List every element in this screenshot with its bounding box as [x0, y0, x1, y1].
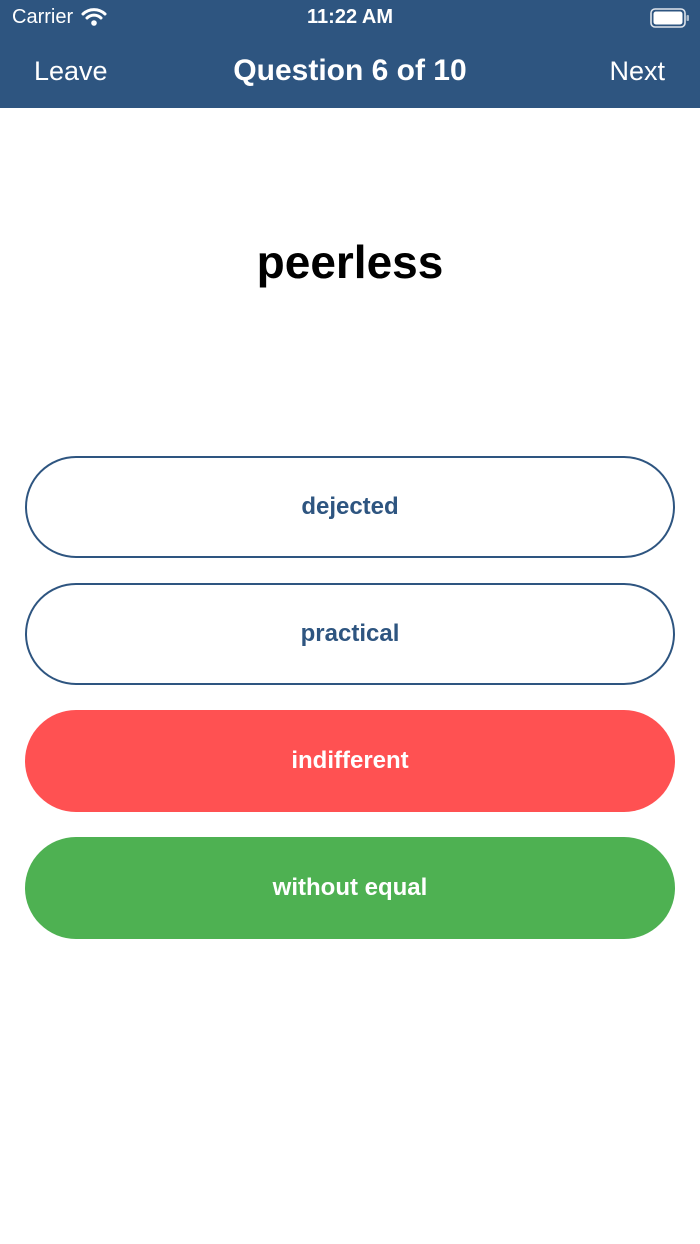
status-bar: Carrier 11:22 AM — [0, 0, 700, 36]
nav-bar: Leave Question 6 of 10 Next — [0, 36, 700, 108]
battery-icon — [650, 8, 690, 28]
next-button[interactable]: Next — [609, 54, 665, 88]
header: Carrier 11:22 AM Leave Question 6 of 10 … — [0, 0, 700, 108]
answer-label: practical — [300, 620, 400, 647]
answer-option-indifferent[interactable]: indifferent — [25, 710, 675, 812]
answer-option-practical[interactable]: practical — [25, 583, 675, 685]
answer-label: dejected — [301, 493, 399, 520]
answer-label: without equal — [272, 874, 428, 901]
answer-option-dejected[interactable]: dejected — [25, 456, 675, 558]
question-word: peerless — [256, 236, 444, 288]
status-time: 11:22 AM — [307, 6, 393, 28]
leave-button[interactable]: Leave — [34, 54, 108, 88]
answer-list: dejected practical indifferent without e… — [25, 456, 675, 964]
answer-label: indifferent — [291, 747, 409, 774]
answer-option-without-equal[interactable]: without equal — [25, 837, 675, 939]
